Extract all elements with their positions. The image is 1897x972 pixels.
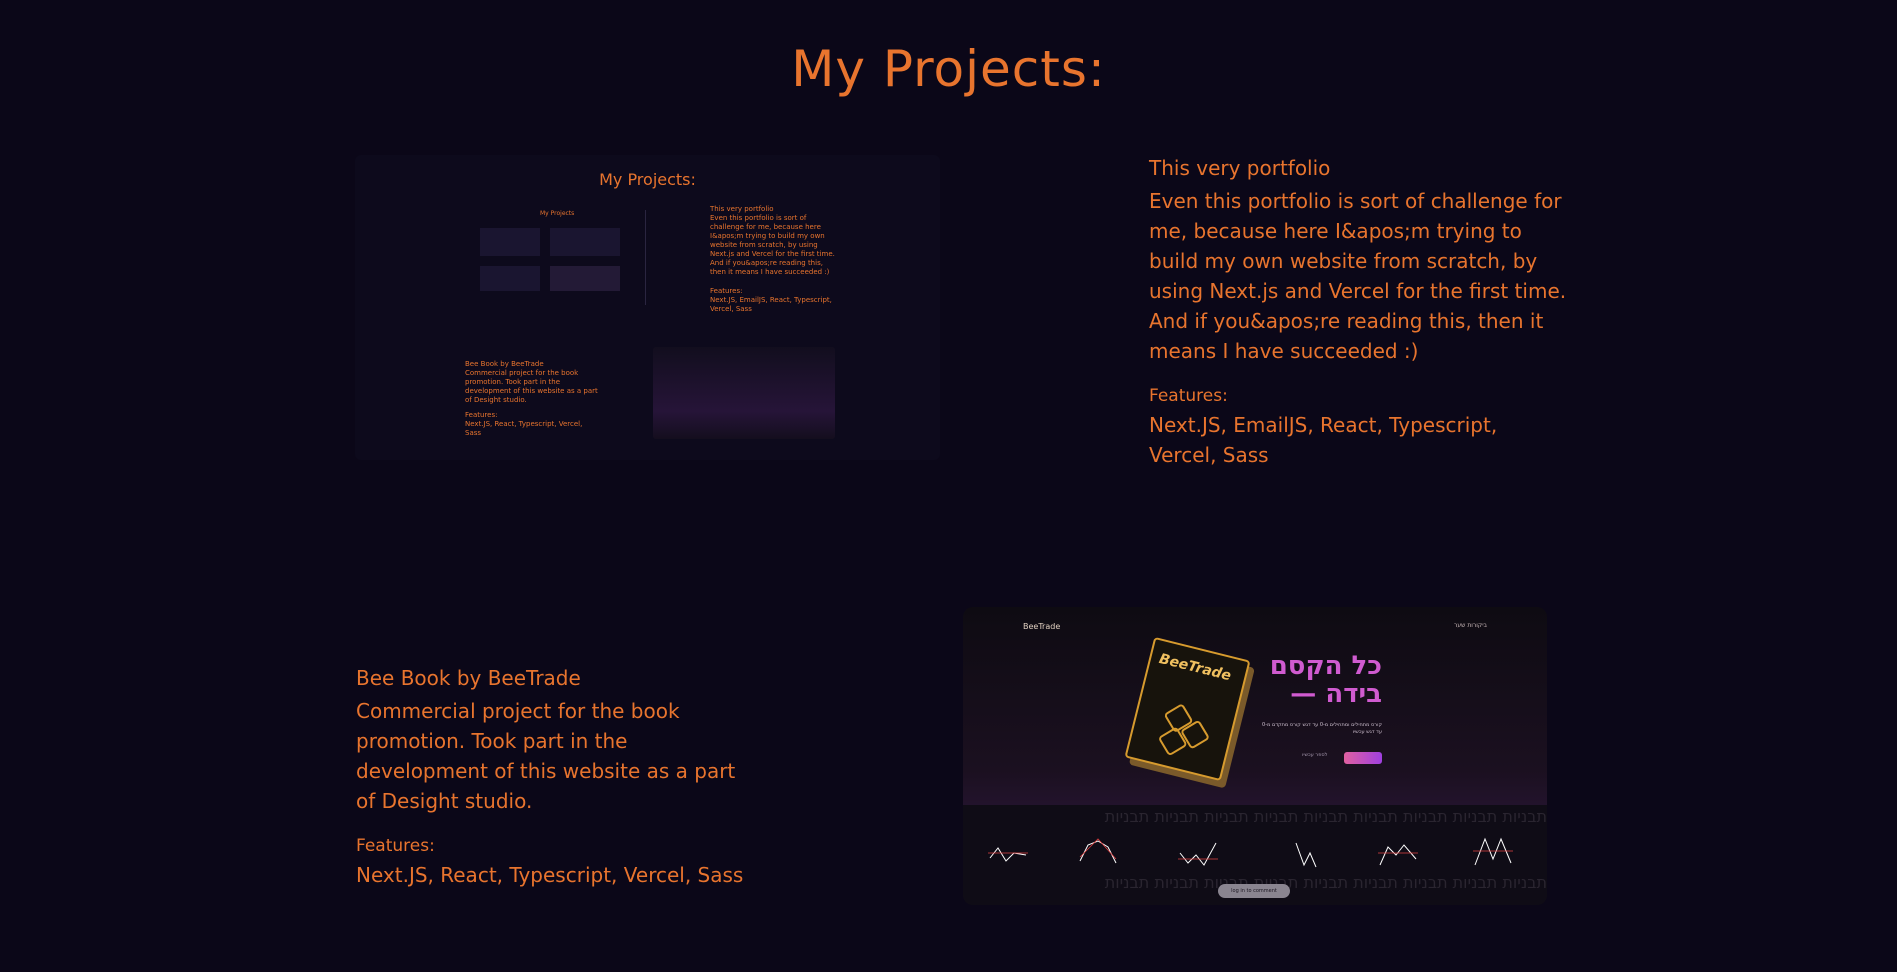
project-portfolio: This very portfolio Even this portfolio … xyxy=(1149,156,1569,470)
thumb-title: My Projects: xyxy=(599,170,696,189)
thumb-features-label: Features: xyxy=(465,411,498,419)
headline-line: כל הקסם xyxy=(1269,651,1382,681)
thumb-beetrade-preview xyxy=(653,347,835,439)
pattern-chart-icon xyxy=(1378,844,1418,866)
thumb-nested-block xyxy=(550,266,620,291)
thumb-features: Next.JS, EmailJS, React, Typescript, Ver… xyxy=(710,296,832,313)
thumb-features-label: Features: xyxy=(710,287,743,295)
features-list: Next.JS, React, Typescript, Vercel, Sass xyxy=(356,863,744,887)
book-title: BeeTrade xyxy=(1157,650,1233,685)
pattern-chart-icon xyxy=(1295,842,1317,868)
thumb-project-text: Bee Book by BeeTrade Commercial project … xyxy=(465,360,600,438)
thumb-project-text: This very portfolio Even this portfolio … xyxy=(710,205,840,314)
thumb-nested-preview: My Projects xyxy=(470,210,646,305)
strip-text: תבניות תבניות תבניות תבניות תבניות תבניו… xyxy=(1104,807,1547,826)
headline-line: בידה — xyxy=(1290,679,1382,709)
thumb-nested-block xyxy=(480,228,540,256)
beetrade-subtext: קורס מתחילים ומתחילים מ-0 עד דגש קורס מת… xyxy=(1262,722,1382,735)
pattern-chart-icon xyxy=(988,847,1028,862)
thumb-project-desc: Even this portfolio is sort of challenge… xyxy=(710,214,835,276)
toast: log in to comment xyxy=(1218,884,1290,898)
project-description: Even this portfolio is sort of challenge… xyxy=(1149,189,1567,363)
pattern-chart-icon xyxy=(1178,842,1218,866)
beetrade-headline: כל הקסם בידה — xyxy=(1270,652,1382,708)
pattern-chart-icon xyxy=(1473,837,1513,866)
project-beebook: Bee Book by BeeTrade Commercial project … xyxy=(356,666,756,890)
thumb-project-title: This very portfolio xyxy=(710,205,774,213)
secondary-cta: לספר עכשיו xyxy=(1302,752,1328,758)
cta-button xyxy=(1344,752,1382,764)
beetrade-nav: ביקורות שער xyxy=(1454,622,1487,629)
project-title: Bee Book by BeeTrade xyxy=(356,666,581,690)
features-label: Features: xyxy=(1149,386,1228,406)
thumb-project-desc: Commercial project for the book promotio… xyxy=(465,369,598,404)
book-image: BeeTrade xyxy=(1124,636,1251,782)
thumb-features: Next.JS, React, Typescript, Vercel, Sass xyxy=(465,420,583,437)
features-label: Features: xyxy=(356,836,435,856)
thumb-project-title: Bee Book by BeeTrade xyxy=(465,360,544,368)
beetrade-screenshot[interactable]: BeeTrade ביקורות שער BeeTrade כל הקסם בי… xyxy=(963,607,1547,905)
thumb-nested-block xyxy=(550,228,620,256)
project-description: Commercial project for the book promotio… xyxy=(356,699,736,813)
pattern-chart-icon xyxy=(1079,838,1117,864)
features-list: Next.JS, EmailJS, React, Typescript, Ver… xyxy=(1149,413,1498,467)
project-title: This very portfolio xyxy=(1149,156,1331,180)
page-title: My Projects: xyxy=(791,40,1106,98)
thumb-nested-block xyxy=(480,266,540,291)
beetrade-logo: BeeTrade xyxy=(1023,622,1061,631)
portfolio-screenshot[interactable]: My Projects: My Projects This very portf… xyxy=(355,155,940,460)
thumb-nested-title: My Projects xyxy=(540,210,575,217)
